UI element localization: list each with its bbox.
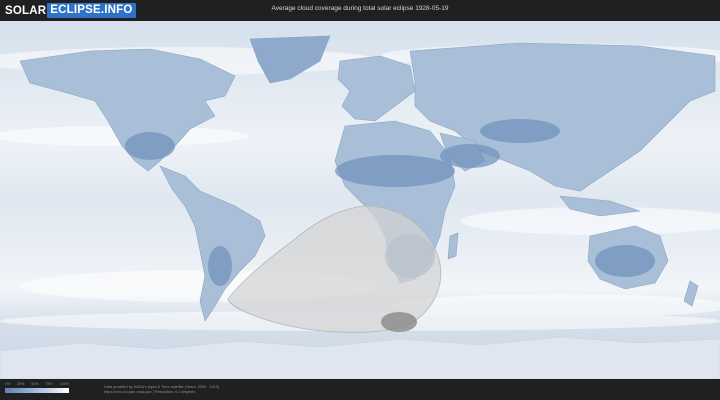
eclipse-totality-end	[381, 312, 417, 332]
site-logo[interactable]: SOLAR ECLIPSE.INFO	[5, 3, 136, 18]
cloud-coverage-map	[0, 21, 720, 379]
world-map-svg	[0, 21, 720, 379]
footer-bar: 0% 25% 50% 75% 100% Data provided by NAS…	[0, 379, 720, 400]
credit-line-2[interactable]: https://neo.sci.gsfc.nasa.gov | Resoluti…	[104, 390, 219, 395]
logo-text-solar: SOLAR	[5, 4, 47, 17]
map-title: Average cloud coverage during total sola…	[271, 5, 449, 12]
legend-ticks: 0% 25% 50% 75% 100%	[5, 382, 69, 387]
legend-tick-25: 25%	[17, 382, 25, 386]
cloud-coverage-legend: 0% 25% 50% 75% 100%	[5, 382, 69, 393]
legend-tick-0: 0%	[5, 382, 11, 386]
legend-tick-100: 100%	[59, 382, 69, 386]
logo-text-eclipse-info: ECLIPSE.INFO	[47, 3, 136, 18]
legend-tick-75: 75%	[45, 382, 53, 386]
legend-tick-50: 50%	[31, 382, 39, 386]
header-bar: SOLAR ECLIPSE.INFO Average cloud coverag…	[0, 0, 720, 21]
data-credit: Data provided by NASA's Aqua & Terra sat…	[104, 385, 219, 395]
legend-color-bar	[5, 388, 69, 393]
